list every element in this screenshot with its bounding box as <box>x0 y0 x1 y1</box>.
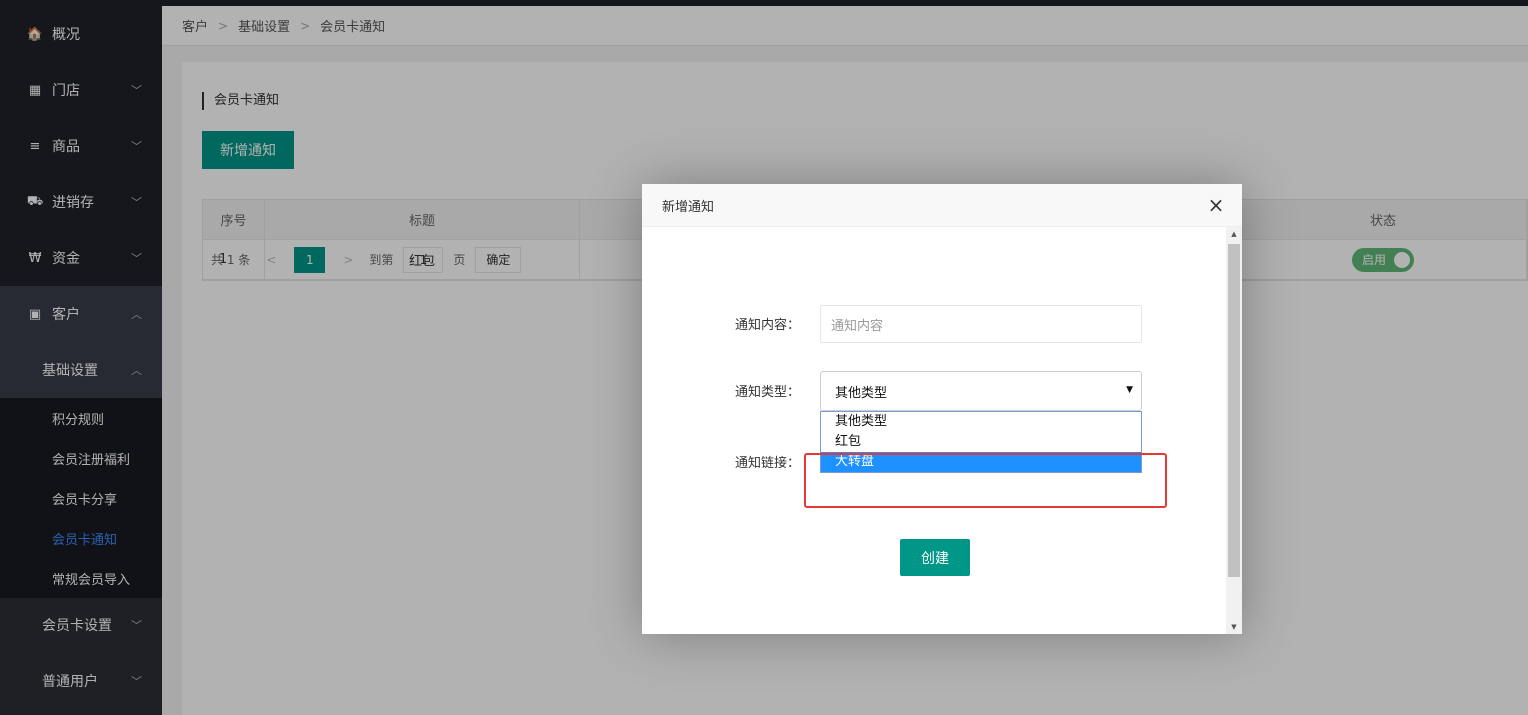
content-input[interactable]: 通知内容 <box>820 305 1142 343</box>
content-label: 通知内容： <box>734 318 800 333</box>
create-button[interactable]: 创建 <box>900 539 970 576</box>
dialog-header: 新增通知 × <box>642 184 1242 227</box>
add-notice-dialog: 新增通知 × 通知内容： 通知内容 通知类型： 其他类型 ▼ 通知链接： 其他类… <box>642 184 1242 634</box>
dropdown-option[interactable]: 其他类型 <box>821 412 1141 432</box>
dropdown-option-selected[interactable]: 大转盘 <box>821 452 1141 472</box>
type-select[interactable]: 其他类型 ▼ <box>820 371 1142 411</box>
dropdown-option[interactable]: 红包 <box>821 432 1141 452</box>
caret-down-icon: ▼ <box>1126 385 1133 395</box>
type-dropdown-list: 其他类型 红包 大转盘 <box>820 411 1142 473</box>
dialog-scrollbar[interactable]: ▲ ▼ <box>1226 227 1242 634</box>
type-select-value: 其他类型 <box>835 385 888 401</box>
scroll-up-icon[interactable]: ▲ <box>1226 227 1242 241</box>
scrollbar-thumb[interactable] <box>1228 244 1240 577</box>
scroll-down-icon[interactable]: ▼ <box>1226 620 1242 634</box>
dialog-body: 通知内容： 通知内容 通知类型： 其他类型 ▼ 通知链接： 其他类型 红包 大转… <box>642 227 1226 634</box>
close-icon[interactable]: × <box>1206 194 1226 216</box>
link-label: 通知链接： <box>734 456 800 471</box>
type-label: 通知类型： <box>734 385 800 400</box>
dialog-title: 新增通知 <box>662 199 715 215</box>
